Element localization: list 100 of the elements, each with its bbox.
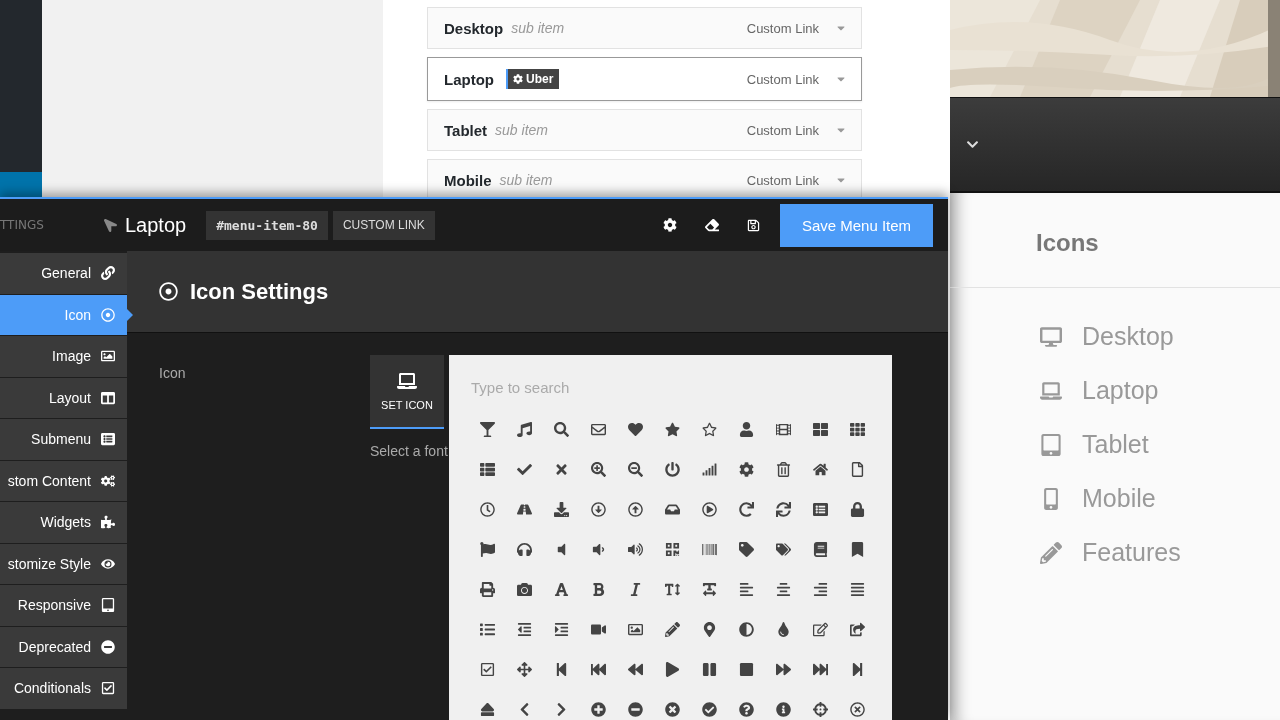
tag-icon[interactable]: [739, 542, 754, 557]
settings-tab[interactable]: stomize Style: [0, 543, 127, 584]
bold-icon[interactable]: [591, 582, 606, 597]
printer-icon[interactable]: [480, 582, 495, 597]
pencil-icon[interactable]: [665, 622, 680, 637]
home-icon[interactable]: [813, 462, 828, 477]
settings-tab[interactable]: Responsive: [0, 585, 127, 626]
download-icon[interactable]: [554, 502, 569, 517]
step-forward-icon[interactable]: [850, 662, 865, 677]
fast-forward-icon[interactable]: [813, 662, 828, 677]
indent-icon[interactable]: [554, 622, 569, 637]
trash-icon[interactable]: [776, 462, 791, 477]
settings-tab[interactable]: Conditionals: [0, 668, 127, 709]
list-icon[interactable]: [480, 622, 495, 637]
text-width-icon[interactable]: [702, 582, 717, 597]
check-icon[interactable]: [517, 462, 532, 477]
settings-tab[interactable]: Layout: [0, 377, 127, 418]
map-pin-icon[interactable]: [702, 622, 717, 637]
move-icon[interactable]: [517, 662, 532, 677]
zoom-in-icon[interactable]: [591, 462, 606, 477]
star-icon[interactable]: [665, 422, 680, 437]
headphones-icon[interactable]: [517, 542, 532, 557]
large-grid-icon[interactable]: [813, 422, 828, 437]
star-outline-icon[interactable]: [702, 422, 717, 437]
align-right-icon[interactable]: [813, 582, 828, 597]
eraser-icon[interactable]: [705, 218, 719, 232]
contrast-icon[interactable]: [739, 622, 754, 637]
text-height-icon[interactable]: [665, 582, 680, 597]
checkbox-icon[interactable]: [480, 662, 495, 677]
heart-icon[interactable]: [628, 422, 643, 437]
item-id-tag: #menu-item-80: [206, 210, 328, 240]
save-icon[interactable]: [747, 218, 760, 232]
menu-item-row[interactable]: Tablet sub item Custom Link: [427, 109, 862, 151]
user-icon[interactable]: [739, 422, 754, 437]
volume-down-icon[interactable]: [591, 542, 606, 557]
camera-icon[interactable]: [517, 582, 532, 597]
music-icon[interactable]: [517, 422, 532, 437]
volume-up-icon[interactable]: [628, 542, 643, 557]
set-icon-button[interactable]: SET ICON: [370, 355, 444, 429]
forward-icon[interactable]: [776, 662, 791, 677]
drop-icon[interactable]: [776, 622, 791, 637]
info-icon[interactable]: [776, 702, 791, 717]
grid-icon[interactable]: [850, 422, 865, 437]
help-icon[interactable]: [739, 702, 754, 717]
refresh-icon[interactable]: [776, 502, 791, 517]
file-icon[interactable]: [850, 462, 865, 477]
tags-icon[interactable]: [776, 542, 791, 557]
stop-icon[interactable]: [739, 662, 754, 677]
cocktail-icon[interactable]: [480, 422, 495, 437]
italic-icon[interactable]: [628, 582, 643, 597]
eject-icon[interactable]: [480, 702, 495, 717]
settings-tab[interactable]: stom Content: [0, 460, 127, 501]
clock-icon[interactable]: [480, 502, 495, 517]
menu-item-title: Desktop: [444, 19, 504, 37]
settings-icon[interactable]: [739, 462, 754, 477]
qr-code-icon[interactable]: [665, 542, 680, 557]
settings-tab[interactable]: General: [0, 253, 127, 294]
bookmark-icon[interactable]: [850, 542, 865, 557]
close-circle-outline-icon[interactable]: [850, 702, 865, 717]
film-icon[interactable]: [776, 422, 791, 437]
list-view-icon[interactable]: [480, 462, 495, 477]
book-icon[interactable]: [813, 542, 828, 557]
align-left-icon[interactable]: [739, 582, 754, 597]
settings-icon[interactable]: [663, 218, 677, 232]
align-justify-icon[interactable]: [850, 582, 865, 597]
pause-icon[interactable]: [702, 662, 717, 677]
settings-tab[interactable]: Image: [0, 336, 127, 377]
lock-icon[interactable]: [850, 502, 865, 517]
inbox-icon[interactable]: [665, 502, 680, 517]
align-center-icon[interactable]: [776, 582, 791, 597]
outdent-icon[interactable]: [517, 622, 532, 637]
redo-icon[interactable]: [739, 502, 754, 517]
flag-icon[interactable]: [480, 542, 495, 557]
menu-item-row[interactable]: Desktop sub item Custom Link: [427, 7, 862, 49]
list-box-icon[interactable]: [813, 502, 828, 517]
image-icon[interactable]: [628, 622, 643, 637]
rewind-icon[interactable]: [628, 662, 643, 677]
zoom-out-icon[interactable]: [628, 462, 643, 477]
settings-tab[interactable]: Widgets: [0, 502, 127, 543]
search-field[interactable]: Type to search: [469, 375, 853, 400]
barcode-icon[interactable]: [702, 542, 717, 557]
edit-icon[interactable]: [813, 622, 828, 637]
pencil-icon: [1040, 541, 1062, 564]
search-icon[interactable]: [554, 422, 569, 437]
close-icon[interactable]: [554, 462, 569, 477]
video-camera-icon[interactable]: [591, 622, 606, 637]
chevron-icon[interactable]: [966, 138, 979, 151]
menu-item-row[interactable]: Laptop Uber Custom Link: [427, 57, 862, 101]
step-back-icon[interactable]: [554, 662, 569, 677]
settings-tab[interactable]: Deprecated: [0, 626, 127, 667]
share-icon[interactable]: [850, 622, 865, 637]
crosshair-icon[interactable]: [813, 702, 828, 717]
road-icon[interactable]: [517, 502, 532, 517]
play-icon[interactable]: [665, 662, 680, 677]
signal-icon[interactable]: [702, 462, 717, 477]
power-icon[interactable]: [665, 462, 680, 477]
fast-back-icon[interactable]: [591, 662, 606, 677]
envelope-icon[interactable]: [591, 422, 606, 437]
font-icon[interactable]: [554, 582, 569, 597]
settings-tab[interactable]: Submenu: [0, 419, 127, 460]
